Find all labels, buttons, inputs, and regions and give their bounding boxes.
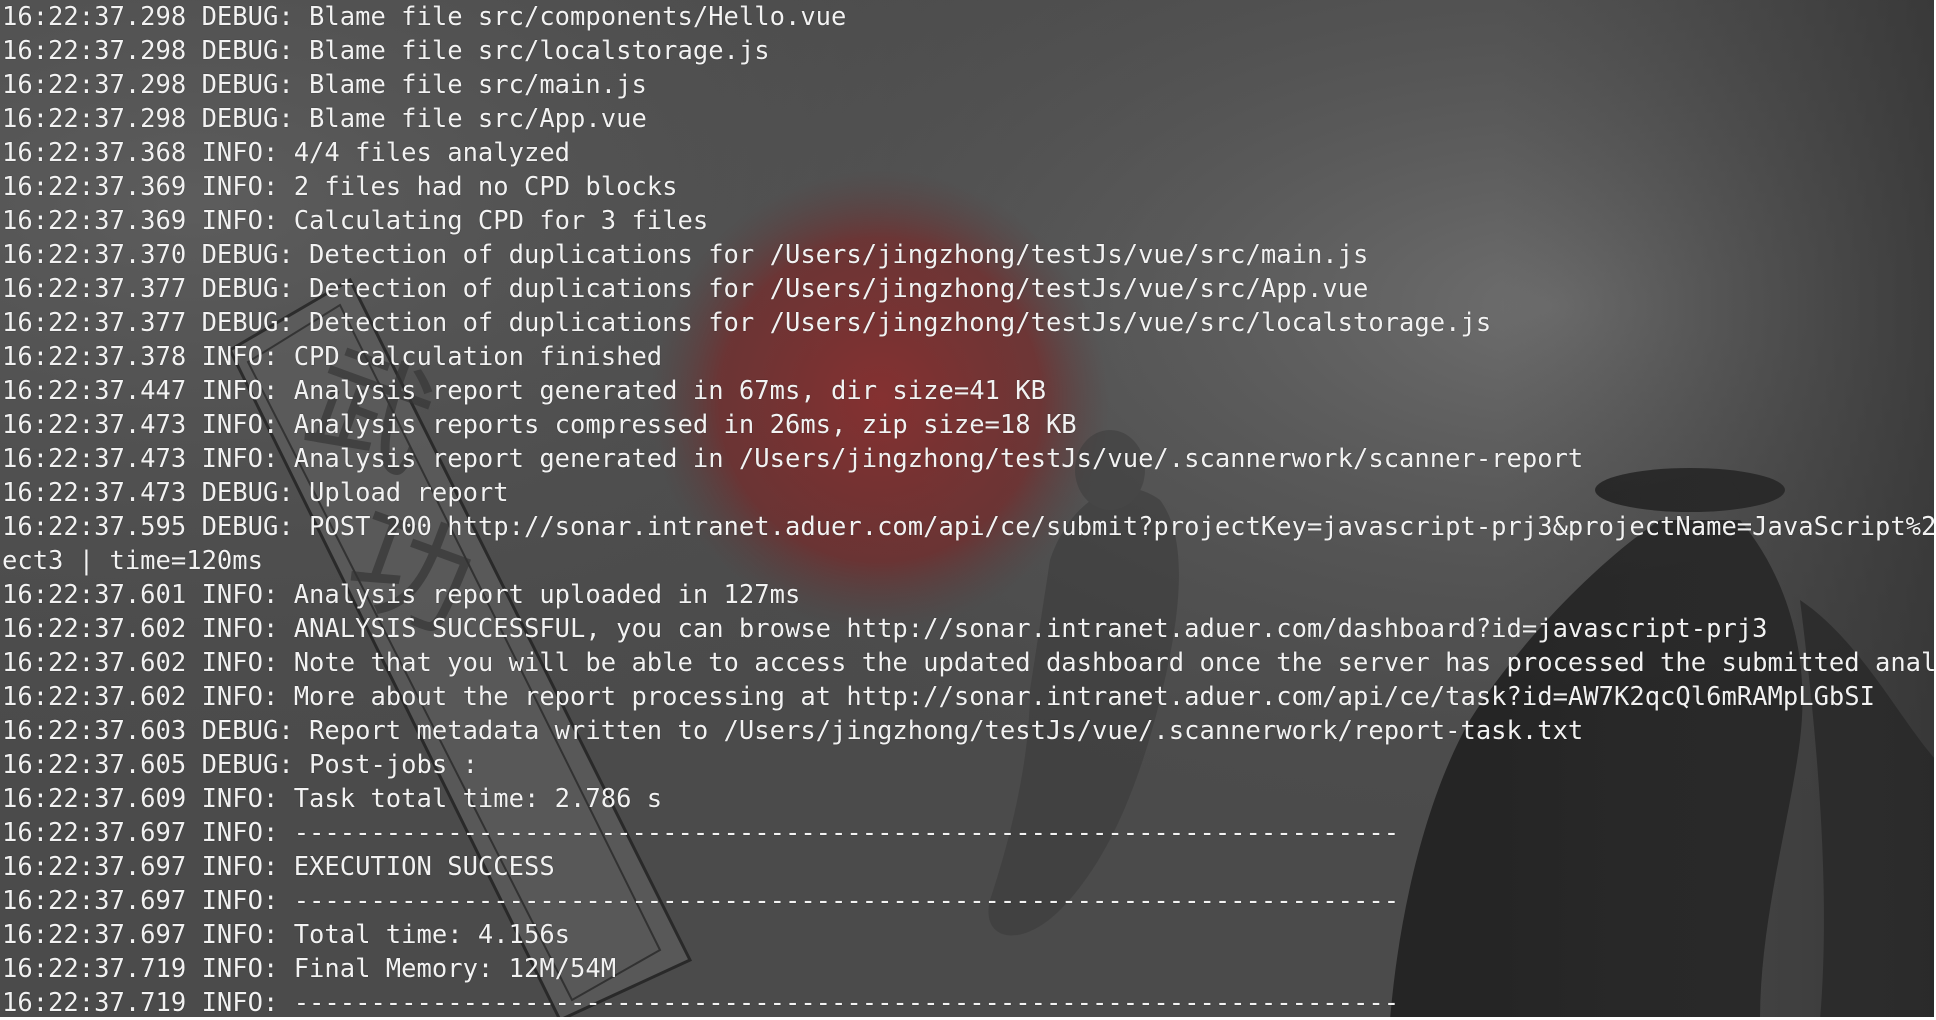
log-line: 16:22:37.473 DEBUG: Upload report <box>2 478 509 508</box>
log-line: 16:22:37.369 INFO: Calculating CPD for 3… <box>2 206 709 236</box>
log-line: 16:22:37.298 DEBUG: Blame file src/local… <box>2 36 770 66</box>
log-line: 16:22:37.378 INFO: CPD calculation finis… <box>2 342 663 372</box>
log-line: 16:22:37.719 INFO: ---------------------… <box>2 988 1400 1018</box>
log-line: 16:22:37.603 DEBUG: Report metadata writ… <box>2 716 1584 746</box>
log-line: 16:22:37.609 INFO: Task total time: 2.78… <box>2 784 663 814</box>
log-line: 16:22:37.369 INFO: 2 files had no CPD bl… <box>2 172 678 202</box>
log-line: 16:22:37.298 DEBUG: Blame file src/App.v… <box>2 104 647 134</box>
log-line: 16:22:37.602 INFO: Note that you will be… <box>2 648 1934 678</box>
log-line: 16:22:37.368 INFO: 4/4 files analyzed <box>2 138 571 168</box>
log-line: 16:22:37.370 DEBUG: Detection of duplica… <box>2 240 1369 270</box>
log-line: 16:22:37.605 DEBUG: Post-jobs : <box>2 750 478 780</box>
log-line: 16:22:37.298 DEBUG: Blame file src/main.… <box>2 70 647 100</box>
log-line: 16:22:37.473 INFO: Analysis reports comp… <box>2 410 1077 440</box>
log-line: 16:22:37.697 INFO: ---------------------… <box>2 886 1400 916</box>
log-line: 16:22:37.697 INFO: ---------------------… <box>2 818 1400 848</box>
log-line: 16:22:37.602 INFO: More about the report… <box>2 682 1875 712</box>
log-line: 16:22:37.697 INFO: EXECUTION SUCCESS <box>2 852 555 882</box>
terminal-log-output[interactable]: 16:22:37.298 DEBUG: Blame file src/compo… <box>2 0 1934 1020</box>
log-line: 16:22:37.298 DEBUG: Blame file src/compo… <box>2 2 847 32</box>
log-line: 16:22:37.473 INFO: Analysis report gener… <box>2 444 1584 474</box>
log-line: 16:22:37.447 INFO: Analysis report gener… <box>2 376 1046 406</box>
log-line: ect3 | time=120ms <box>2 546 263 576</box>
log-line: 16:22:37.377 DEBUG: Detection of duplica… <box>2 308 1492 338</box>
log-line: 16:22:37.601 INFO: Analysis report uploa… <box>2 580 801 610</box>
terminal-window[interactable]: 武 功 16:22:37.298 DEBUG: Blame file src/c… <box>0 0 1936 1020</box>
log-line: 16:22:37.377 DEBUG: Detection of duplica… <box>2 274 1369 304</box>
log-line: 16:22:37.719 INFO: Final Memory: 12M/54M <box>2 954 617 984</box>
log-line: 16:22:37.697 INFO: Total time: 4.156s <box>2 920 571 950</box>
log-line: 16:22:37.595 DEBUG: POST 200 http://sona… <box>2 512 1934 542</box>
log-line: 16:22:37.602 INFO: ANALYSIS SUCCESSFUL, … <box>2 614 1768 644</box>
